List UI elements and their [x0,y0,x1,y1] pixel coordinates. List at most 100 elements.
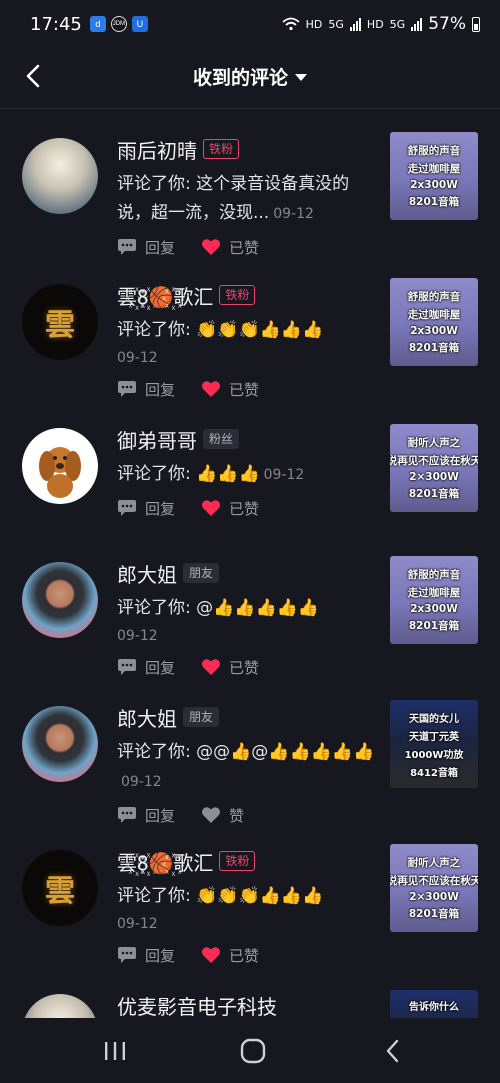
heart-icon [202,381,221,397]
reply-button[interactable]: 回复 [117,498,175,519]
fan-badge: 铁粉 [219,851,256,871]
comment-text[interactable]: 评论了你: 👏👏👏👍👍👍 09-12 [117,882,379,937]
status-time: 17:45 [30,13,82,35]
thumbnail-caption: 天道丁元英 [409,731,459,743]
comment-bubble-icon [118,807,136,823]
like-button[interactable]: 已赞 [201,945,259,966]
comment-time: 09-12 [273,206,314,222]
thumbnail-caption: 走过咖啡屋 [407,587,461,599]
thumbnail-caption: 2x300W [410,325,458,337]
header-divider [0,108,500,109]
video-thumbnail[interactable]: 告诉你什么 [390,990,478,1018]
back-button[interactable] [18,60,50,92]
user-name[interactable]: 雨后初晴 [117,135,197,164]
signal-icon [349,17,361,31]
avatar[interactable] [22,138,98,214]
recent-apps-button[interactable] [100,1036,130,1066]
battery-percent: 57% [428,14,466,34]
network-label: 5G [328,17,344,31]
comment-text[interactable]: 评论了你: @@👍@👍👍👍👍👍09-12 [117,738,379,797]
like-button[interactable]: 已赞 [201,237,259,258]
thumbnail-caption: 天国的女儿 [409,713,459,725]
thumbnail-caption: 走过咖啡屋 [407,309,461,321]
battery-icon [472,16,480,32]
notification-app-icon: d [89,16,106,32]
thumbnail-caption: 8201音箱 [408,196,460,208]
thumbnail-caption: 舒服的声音 [407,291,461,303]
page-header: 收到的评论 [0,48,500,104]
video-thumbnail[interactable]: 舒服的声音 走过咖啡屋 2x300W 8201音箱 [390,132,478,220]
comment-time: 09-12 [117,628,158,644]
home-button[interactable] [238,1036,268,1066]
avatar[interactable]: 雲 [22,284,98,360]
thumbnail-caption: 走过咖啡屋 [407,163,461,175]
avatar[interactable] [22,562,98,638]
avatar[interactable]: 雲 [22,850,98,926]
user-name[interactable]: 雲꙰8꙰🏀꙰歌汇 [117,281,213,310]
user-name[interactable]: 郎大姐 [117,703,177,732]
fan-badge: 铁粉 [203,139,240,159]
video-thumbnail[interactable]: 耐听人声之 说再见不应该在秋天 2×300W 8201音箱 [390,424,478,512]
comment-list[interactable]: 雨后初晴 铁粉 评论了你: 这个录音设备真没的说，超一流，没现... 09-12 … [0,110,500,1018]
heart-icon [202,947,221,963]
reply-button[interactable]: 回复 [117,805,175,826]
wifi-icon [282,17,300,31]
avatar[interactable] [22,994,98,1018]
chevron-left-icon [26,64,40,88]
back-arrow-icon [386,1039,399,1063]
reply-button[interactable]: 回复 [117,379,175,400]
thumbnail-caption: 说再见不应该在秋天 [390,455,478,467]
system-back-button[interactable] [378,1036,408,1066]
comment-time: 09-12 [121,774,162,790]
like-button[interactable]: 已赞 [201,657,259,678]
network-label: HD [366,17,384,31]
status-indicators: HD 5G HD 5G 57% [282,14,480,34]
caret-down-icon[interactable] [295,73,307,81]
thumbnail-caption: 2×300W [409,891,459,903]
user-name[interactable]: 优麦影音电子科技 [117,991,277,1019]
comment-time: 09-12 [117,916,158,932]
video-thumbnail[interactable]: 天国的女儿 天道丁元英 1000W功放 8412音箱 [390,700,478,788]
fan-badge: 铁粉 [219,285,256,305]
comment-time: 09-12 [263,467,305,483]
thumbnail-caption: 舒服的声音 [407,145,461,157]
thumbnail-caption: 8201音箱 [408,488,460,500]
user-name[interactable]: 郎大姐 [117,559,177,588]
thumbnail-caption: 说再见不应该在秋天 [390,875,478,887]
video-thumbnail[interactable]: 舒服的声音 走过咖啡屋 2x300W 8201音箱 [390,556,478,644]
avatar[interactable] [22,706,98,782]
network-label: HD [305,17,323,31]
user-name[interactable]: 御弟哥哥 [117,425,197,454]
like-button[interactable]: 赞 [201,805,244,826]
thumbnail-caption: 1000W功放 [404,749,464,761]
thumbnail-caption: 舒服的声音 [407,569,461,581]
status-bar: 17:45 d JDM U HD 5G HD 5G 57% [0,0,500,48]
thumbnail-caption: 2x300W [410,603,458,615]
comment-text[interactable]: 评论了你: @👍👍👍👍👍 09-12 [117,594,379,649]
reply-button[interactable]: 回复 [117,945,175,966]
user-name[interactable]: 雲꙰8꙰🏀꙰歌汇 [117,847,213,876]
heart-icon [202,659,221,675]
comment-text[interactable]: 评论了你: 👍👍👍 09-12 [117,460,379,490]
reply-button[interactable]: 回复 [117,657,175,678]
network-label: 5G [389,17,406,31]
fan-badge: 朋友 [183,707,220,727]
notification-app-icon: U [131,16,148,32]
dog-photo-icon [39,447,81,498]
comment-text[interactable]: 评论了你: 👏👏👏👍👍👍 09-12 [117,316,379,371]
thumbnail-caption: 8201音箱 [408,342,460,354]
comment-text[interactable]: 评论了你: 这个录音设备真没的说，超一流，没现... 09-12 [117,170,379,229]
video-thumbnail[interactable]: 耐听人声之 说再见不应该在秋天 2×300W 8201音箱 [390,844,478,932]
comment-time: 09-12 [117,350,158,366]
avatar[interactable] [22,428,98,504]
system-nav-bar [0,1018,500,1083]
thumbnail-caption: 2x300W [410,179,458,191]
heart-icon [202,500,221,516]
page-title[interactable]: 收到的评论 [193,63,288,90]
reply-button[interactable]: 回复 [117,237,175,258]
signal-icon [411,17,423,31]
video-thumbnail[interactable]: 舒服的声音 走过咖啡屋 2x300W 8201音箱 [390,278,478,366]
like-button[interactable]: 已赞 [201,379,259,400]
notification-app-icon: JDM [110,16,127,32]
like-button[interactable]: 已赞 [201,498,259,519]
